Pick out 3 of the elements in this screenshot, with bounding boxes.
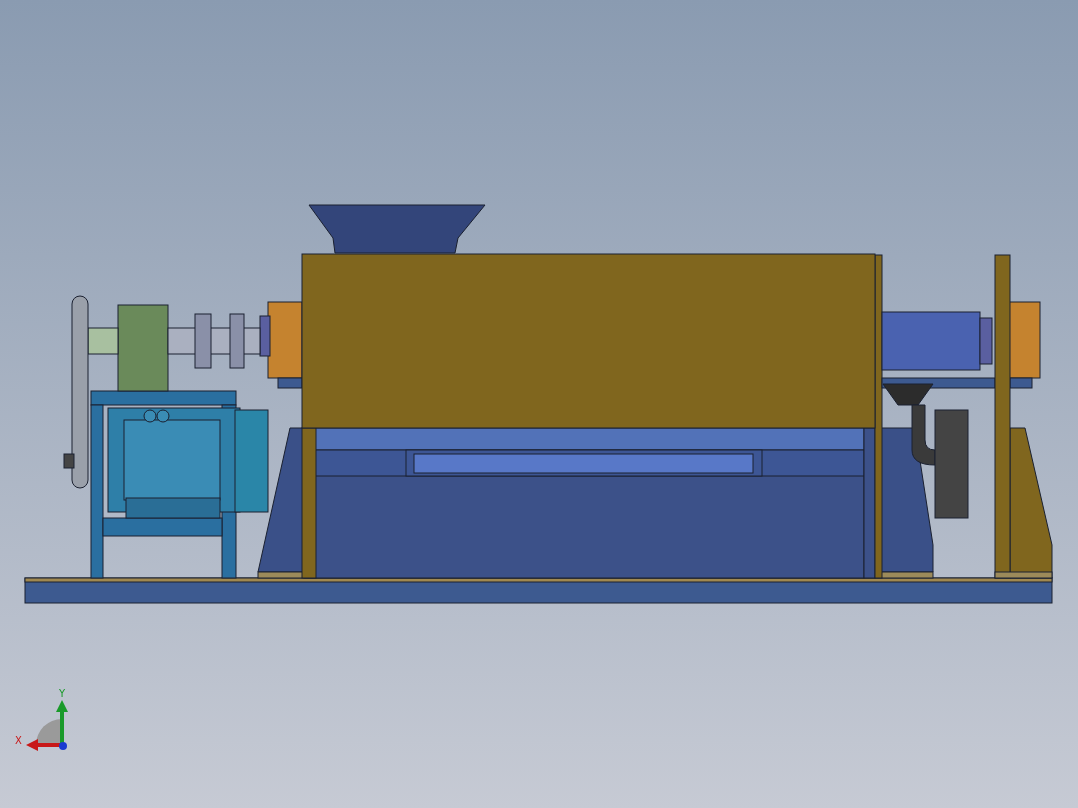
axis-triad-icon xyxy=(26,700,68,751)
axis-label: Y xyxy=(59,688,66,699)
axis-label: X xyxy=(15,735,22,746)
